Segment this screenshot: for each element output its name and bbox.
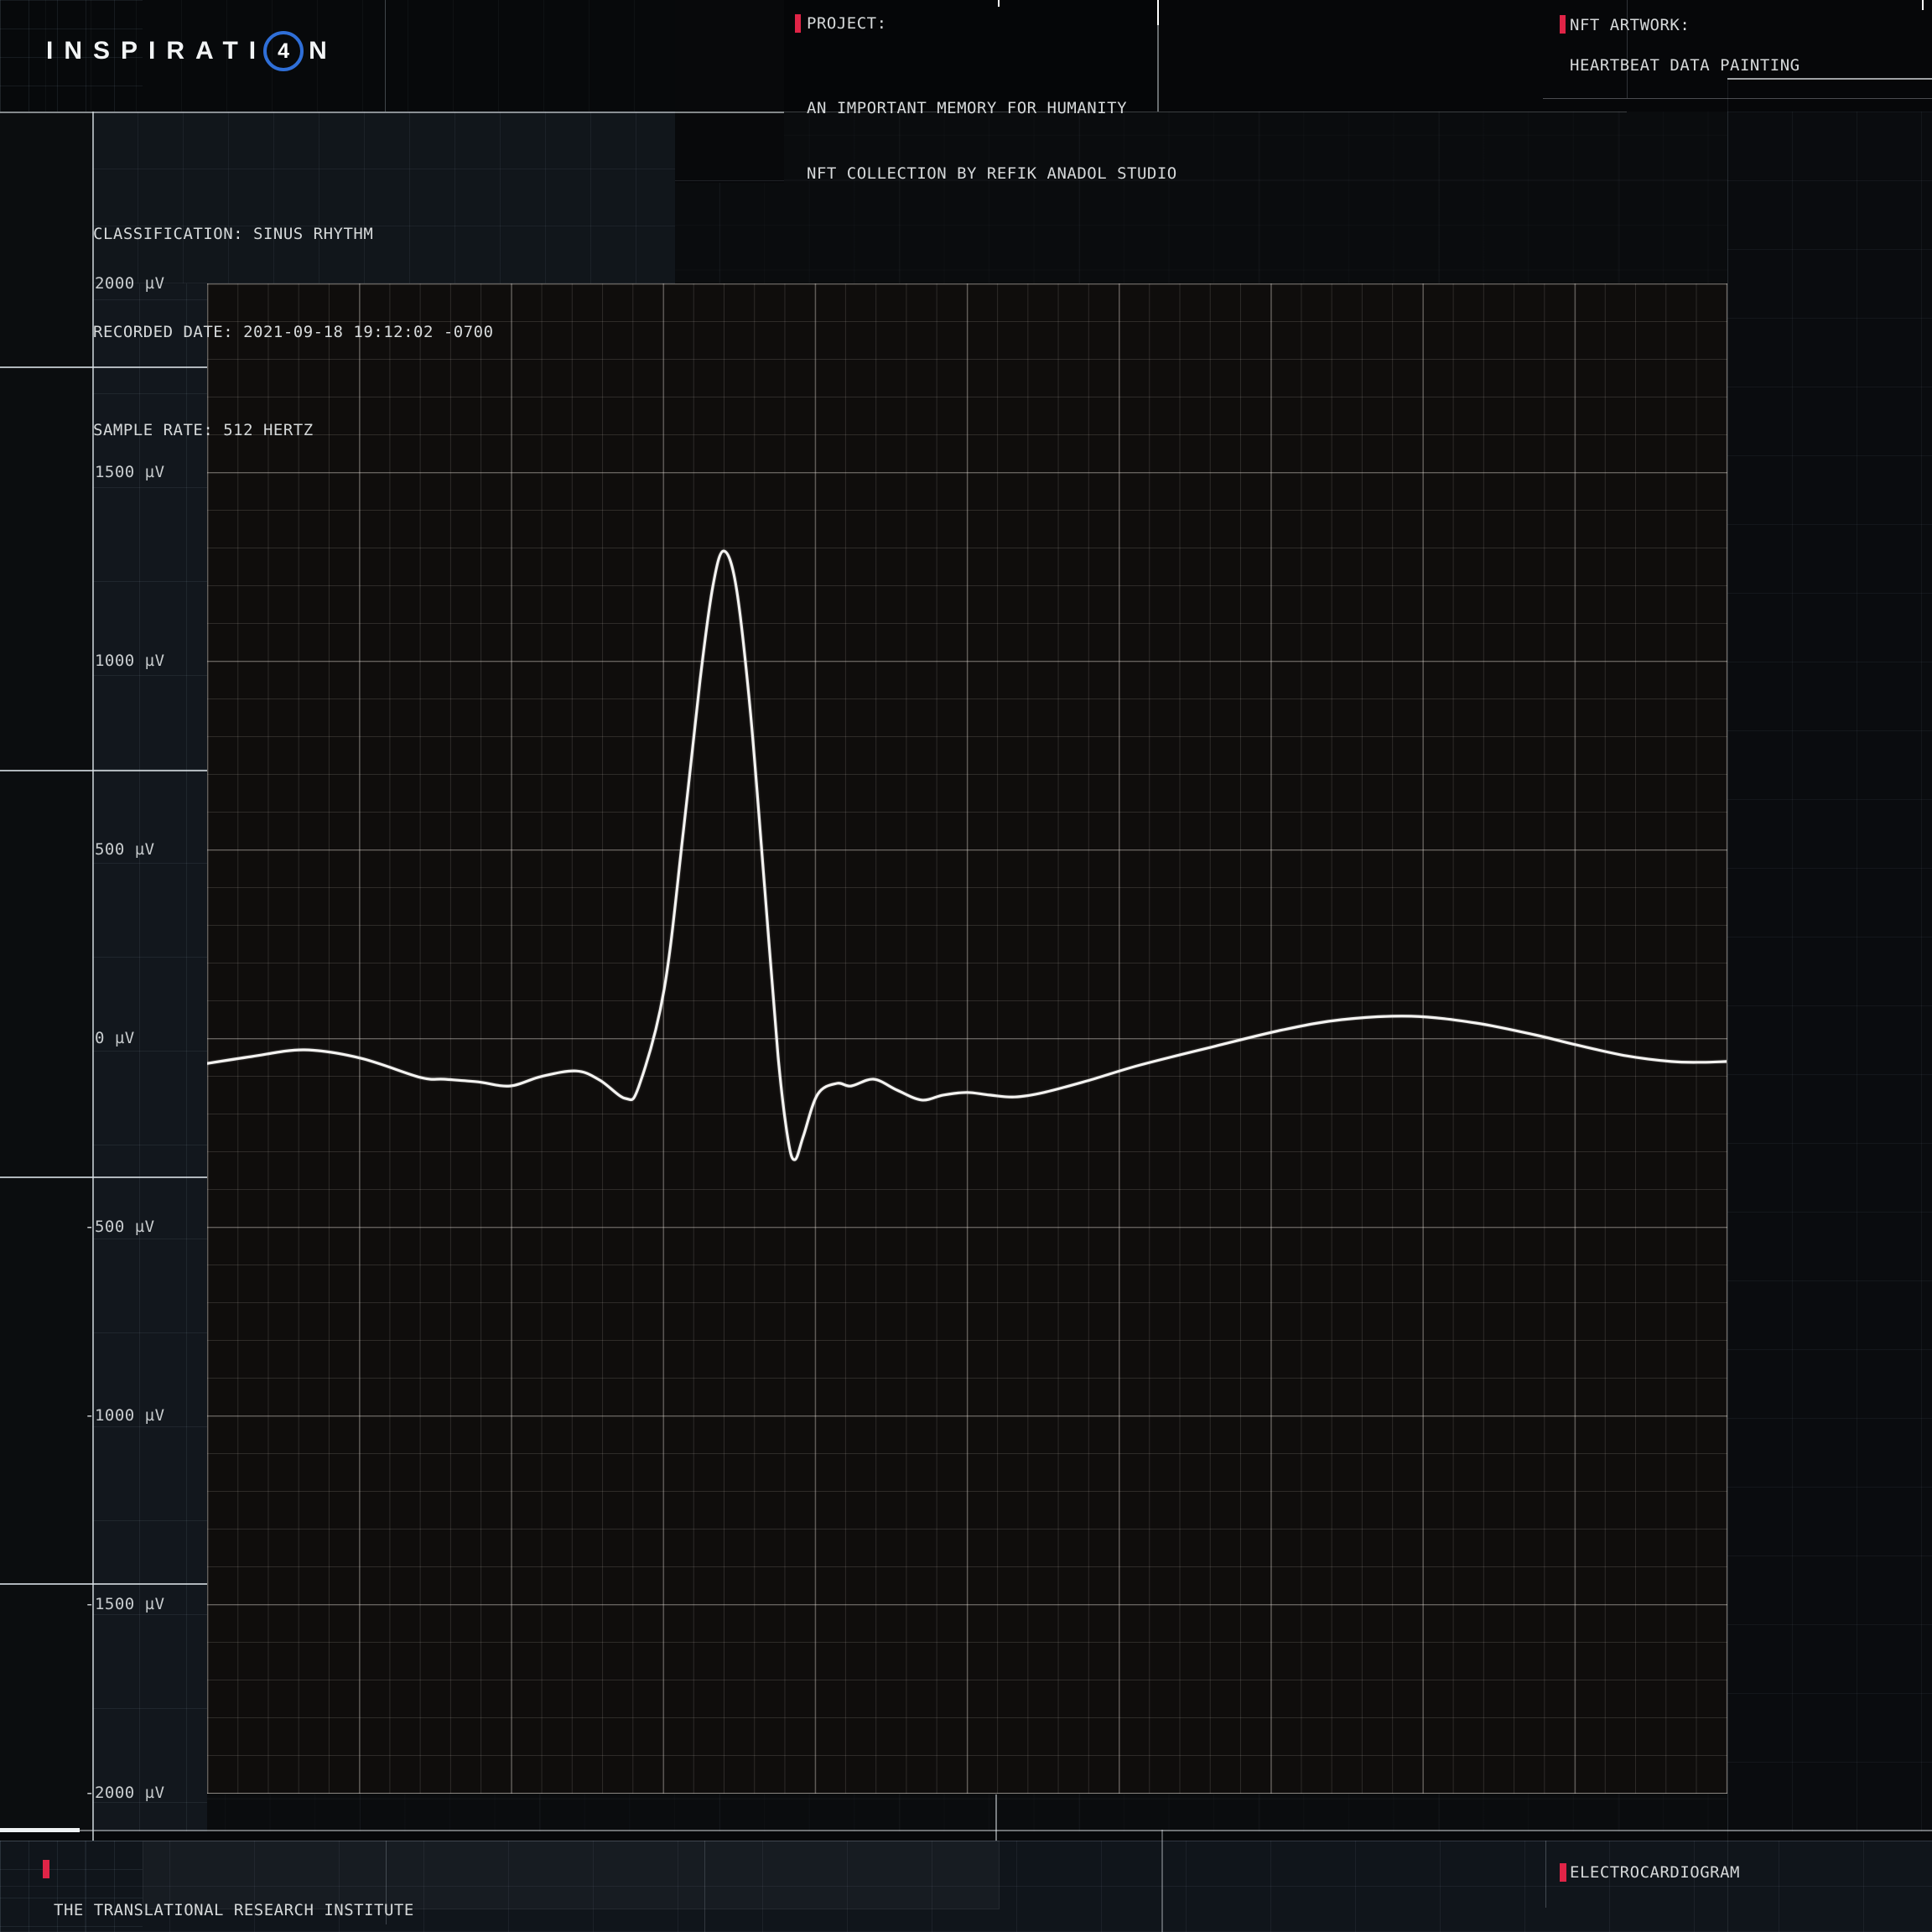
decor-line — [0, 1828, 80, 1832]
artwork-panel — [1157, 0, 1932, 112]
inspiration4-logo: INSPIRATI 4 N — [46, 31, 338, 71]
decor-line — [1727, 78, 1728, 1932]
decor-line — [0, 112, 784, 113]
decor-line — [1161, 1830, 1163, 1932]
logo-text-4: 4 — [278, 39, 289, 64]
artwork-label: NFT ARTWORK: — [1570, 15, 1690, 35]
logo-4-circle-icon: 4 — [263, 31, 304, 71]
y-axis-label: -1000 µV — [85, 1405, 165, 1426]
decor-line — [1922, 0, 1924, 10]
y-axis-label: 1000 µV — [85, 650, 165, 672]
project-red-marker — [795, 14, 801, 33]
meta-recorded-date: RECORDED DATE: 2021-09-18 19:12:02 -0700 — [93, 316, 494, 349]
project-description: AN IMPORTANT MEMORY FOR HUMANITY NFT COL… — [807, 54, 1177, 228]
decor-line — [998, 0, 1000, 7]
meta-classification: CLASSIFICATION: SINUS RHYTHM — [93, 218, 494, 251]
y-axis-label: 0 µV — [85, 1027, 135, 1049]
footer-attribution: THE TRANSLATIONAL RESEARCH INSTITUTE FOR… — [54, 1858, 414, 1932]
left-margin-column — [0, 112, 92, 1841]
header-notch-panel — [675, 0, 784, 183]
decor-line — [1545, 1841, 1546, 1908]
decor-line — [1543, 98, 1932, 99]
right-margin-zone — [1727, 112, 1932, 1932]
y-axis-label: 500 µV — [85, 839, 155, 860]
axis-tick-line — [0, 1176, 207, 1178]
logo-text-pre: INSPIRATI — [46, 37, 267, 65]
artwork-title: HEARTBEAT DATA PAINTING — [1570, 55, 1800, 75]
project-line-2: NFT COLLECTION BY REFIK ANADOL STUDIO — [807, 163, 1177, 184]
meta-sample-rate: SAMPLE RATE: 512 HERTZ — [93, 414, 494, 447]
project-line-1: AN IMPORTANT MEMORY FOR HUMANITY — [807, 97, 1177, 119]
decor-line — [0, 1830, 1932, 1831]
decor-line — [1727, 78, 1932, 80]
footer-chart-type-label: ELECTROCARDIOGRAM — [1570, 1862, 1740, 1883]
y-axis-label: -2000 µV — [85, 1782, 165, 1804]
recording-meta: CLASSIFICATION: SINUS RHYTHM RECORDED DA… — [93, 153, 494, 512]
ecg-trace-path — [207, 551, 1727, 1160]
axis-tick-line — [0, 1583, 207, 1585]
decor-line — [1157, 0, 1159, 25]
logo-text-post: N — [309, 37, 338, 65]
y-axis-label: -1500 µV — [85, 1593, 165, 1615]
decor-line — [995, 1794, 997, 1841]
footer-gap-band — [0, 1831, 1932, 1841]
decor-line — [704, 1841, 705, 1932]
decor-line — [675, 180, 784, 181]
artwork-red-marker — [1560, 15, 1566, 34]
footer-right-red-marker — [1560, 1863, 1566, 1882]
project-label: PROJECT: — [807, 13, 887, 34]
footer-left-line-1: THE TRANSLATIONAL RESEARCH INSTITUTE — [54, 1900, 414, 1921]
decor-line — [385, 0, 386, 112]
y-axis-label: -500 µV — [85, 1216, 155, 1238]
axis-tick-line — [0, 770, 207, 771]
footer-left-red-marker — [43, 1860, 49, 1878]
artwork-canvas: 2000 µV 1500 µV 1000 µV 500 µV 0 µV-500 … — [0, 0, 1932, 1932]
